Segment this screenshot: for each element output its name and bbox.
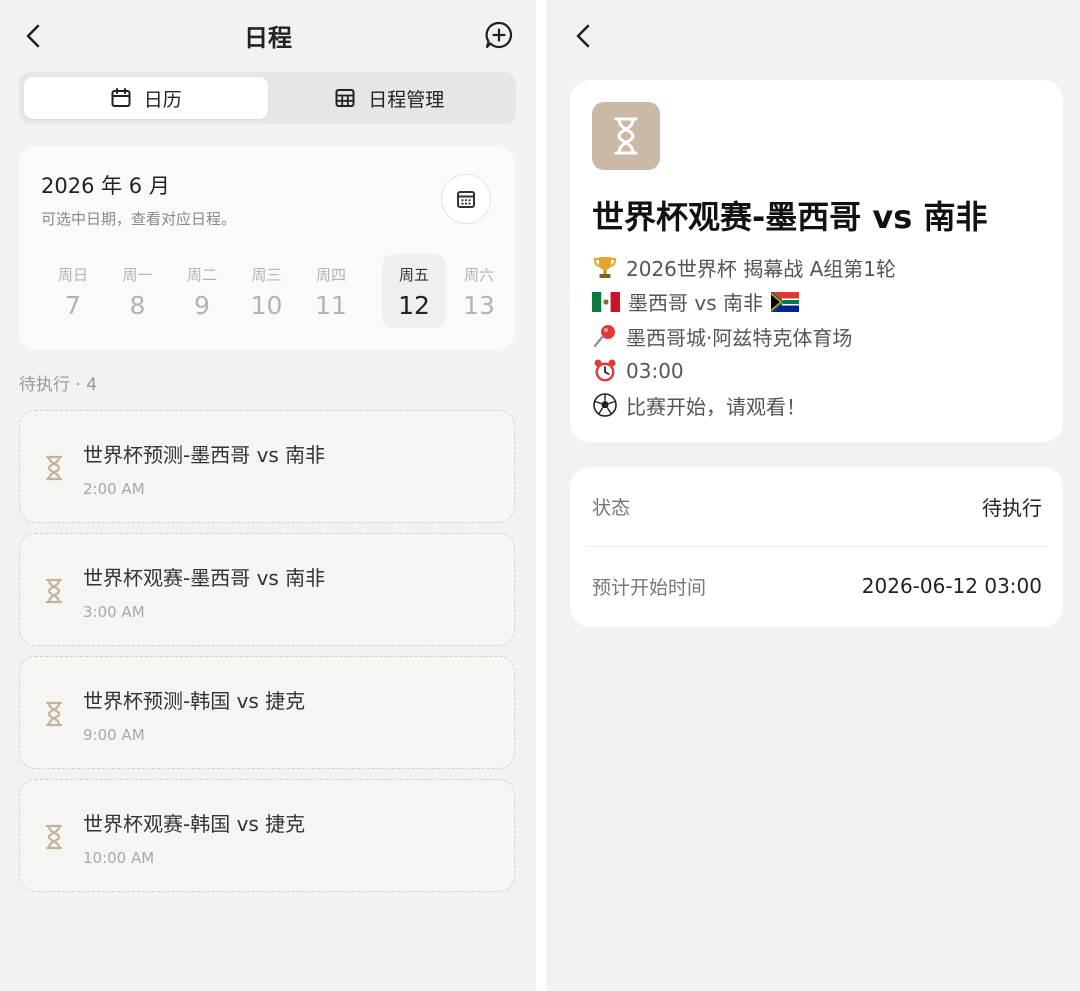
status-row: 状态 待执行: [592, 486, 1042, 526]
tab-schedule-management-label: 日程管理: [368, 88, 445, 111]
day-tuesday[interactable]: 周二 9: [170, 254, 234, 328]
add-schedule-button[interactable]: [482, 18, 516, 52]
schedule-detail-card: 世界杯观赛-墨西哥 vs 南非 2026世界杯 揭幕战 A组第1轮 墨西哥 vs…: [570, 80, 1063, 442]
day-name: 周三: [251, 266, 282, 284]
day-monday[interactable]: 周一 8: [106, 254, 170, 328]
chat-plus-icon: [485, 21, 513, 49]
pushpin-icon: [593, 325, 615, 348]
schedule-time: 9:00 AM: [83, 726, 145, 744]
divider: [586, 546, 1047, 547]
week-strip: 周日 7 周一 8 周二 9 周三 10 周四 11 周五 12 周六 13: [41, 254, 495, 328]
schedule-title: 世界杯观赛-韩国 vs 捷克: [83, 812, 306, 836]
hourglass-icon: [45, 578, 63, 604]
status-key: 状态: [592, 496, 631, 519]
day-number: 12: [398, 291, 430, 320]
calendar-card: 2026 年 6 月 可选中日期，查看对应日程。 周日 7 周一 8 周二 9: [19, 146, 515, 350]
soccer-ball-icon: [593, 393, 617, 418]
detail-line-venue: 墨西哥城·阿兹特克体育场: [592, 319, 896, 354]
day-thursday[interactable]: 周四 11: [299, 254, 363, 328]
detail-line-text: 比赛开始，请观看！: [626, 394, 806, 419]
start-time-key: 预计开始时间: [592, 576, 707, 599]
schedule-title: 世界杯预测-墨西哥 vs 南非: [83, 443, 326, 467]
pending-section-label: 待执行 · 4: [19, 375, 98, 395]
schedule-title: 世界杯预测-韩国 vs 捷克: [83, 689, 306, 713]
detail-line-teams: 墨西哥 vs 南非: [592, 285, 896, 320]
detail-title: 世界杯观赛-墨西哥 vs 南非: [592, 198, 988, 236]
trophy-icon: [593, 257, 617, 279]
schedule-time: 3:00 AM: [83, 603, 145, 621]
back-button[interactable]: [568, 20, 600, 52]
start-time-value: 2026-06-12 03:00: [861, 574, 1042, 598]
south-africa-flag-icon: [770, 291, 799, 312]
schedule-list: 世界杯预测-墨西哥 vs 南非 2:00 AM 世界杯观赛-墨西哥 vs 南非 …: [19, 410, 515, 902]
day-name: 周五: [398, 266, 429, 284]
day-name: 周二: [186, 266, 217, 284]
detail-line-time: 03:00: [592, 354, 896, 389]
open-calendar-button[interactable]: [441, 174, 491, 224]
tab-calendar-label: 日历: [143, 88, 182, 111]
month-label: 2026 年 6 月: [41, 174, 170, 198]
calendar-hint: 可选中日期，查看对应日程。: [41, 210, 237, 228]
mexico-flag-icon: [592, 291, 620, 312]
day-number: 8: [129, 291, 146, 320]
schedule-title: 世界杯观赛-墨西哥 vs 南非: [83, 566, 326, 590]
detail-line-competition: 2026世界杯 揭幕战 A组第1轮: [592, 250, 896, 285]
day-friday-selected[interactable]: 周五 12: [382, 254, 446, 328]
schedule-item[interactable]: 世界杯预测-韩国 vs 捷克 9:00 AM: [19, 656, 515, 769]
detail-lines: 2026世界杯 揭幕战 A组第1轮 墨西哥 vs 南非 墨西哥城·阿兹特克体育场…: [592, 250, 896, 423]
day-name: 周日: [57, 266, 88, 284]
schedule-time: 10:00 AM: [83, 849, 155, 867]
schedule-type-badge: [592, 102, 660, 170]
view-tabs: 日历 日程管理: [19, 72, 516, 124]
day-number: 13: [463, 291, 495, 320]
schedule-item[interactable]: 世界杯观赛-韩国 vs 捷克 10:00 AM: [19, 779, 515, 892]
hourglass-icon: [45, 824, 63, 850]
hourglass-icon: [45, 701, 63, 727]
detail-line-text: 03:00: [626, 358, 684, 383]
schedule-item[interactable]: 世界杯观赛-墨西哥 vs 南非 3:00 AM: [19, 533, 515, 646]
schedule-time: 2:00 AM: [83, 480, 145, 498]
day-number: 10: [250, 291, 283, 320]
calendar-icon: [111, 88, 131, 107]
day-name: 周一: [122, 266, 153, 284]
chevron-left-icon: [576, 24, 590, 48]
detail-line-text: 2026世界杯 揭幕战 A组第1轮: [626, 256, 897, 281]
schedule-item[interactable]: 世界杯预测-墨西哥 vs 南非 2:00 AM: [19, 410, 515, 523]
day-number: 9: [194, 291, 210, 320]
calendar-grid-icon: [457, 191, 475, 208]
start-time-row: 预计开始时间 2026-06-12 03:00: [592, 566, 1042, 606]
alarm-clock-icon: [594, 359, 616, 382]
detail-line-message: 比赛开始，请观看！: [592, 388, 896, 423]
schedule-detail-screen: 世界杯观赛-墨西哥 vs 南非 2026世界杯 揭幕战 A组第1轮 墨西哥 vs…: [546, 0, 1080, 991]
tab-calendar[interactable]: 日历: [24, 77, 268, 119]
detail-line-text: 墨西哥城·阿兹特克体育场: [626, 325, 853, 350]
day-wednesday[interactable]: 周三 10: [235, 254, 299, 328]
day-number: 11: [315, 291, 347, 320]
day-saturday[interactable]: 周六 13: [447, 254, 511, 328]
status-card: 状态 待执行 预计开始时间 2026-06-12 03:00: [570, 467, 1063, 627]
grid-icon: [335, 89, 355, 107]
day-name: 周四: [315, 266, 346, 284]
tab-schedule-management[interactable]: 日程管理: [268, 77, 512, 119]
hourglass-icon: [614, 117, 638, 155]
status-value: 待执行: [982, 495, 1042, 520]
detail-line-text: 墨西哥 vs 南非: [628, 291, 763, 316]
hourglass-icon: [45, 455, 63, 481]
day-name: 周六: [463, 266, 494, 284]
page-title: 日程: [244, 24, 292, 52]
calendar-screen: 日程 日历 日程管理 2026 年 6 月 可选中日期，查看对应日程。 周日 7…: [0, 0, 536, 991]
day-sunday[interactable]: 周日 7: [41, 254, 105, 328]
day-number: 7: [65, 291, 81, 320]
